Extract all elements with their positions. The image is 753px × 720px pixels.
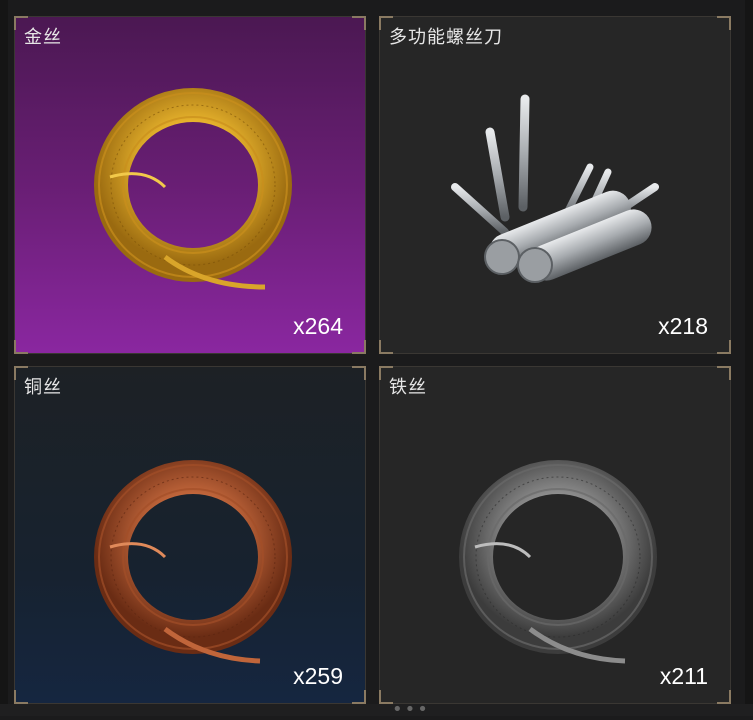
multi-tool-icon — [451, 94, 659, 283]
item-quantity: x211 — [659, 663, 708, 689]
copper-wire-coil-icon — [94, 460, 292, 664]
gold-wire-coil-icon — [94, 88, 292, 290]
item-card-multi-tool[interactable]: 多功能螺丝刀 x218 — [379, 16, 731, 354]
item-quantity: x218 — [658, 313, 708, 339]
item-name: 铜丝 — [24, 377, 62, 398]
item-name: 铁丝 — [389, 377, 427, 398]
bottom-bar: ••• — [0, 701, 753, 719]
right-edge — [745, 0, 753, 716]
iron-wire-coil-icon — [459, 460, 657, 664]
item-card-iron-wire[interactable]: 铁丝 x211 — [379, 366, 731, 704]
item-name: 金丝 — [24, 27, 62, 48]
more-dots-icon[interactable]: ••• — [392, 701, 430, 719]
item-card-copper-wire[interactable]: 铜丝 x259 — [14, 366, 366, 704]
left-edge — [0, 0, 8, 716]
item-name: 多功能螺丝刀 — [389, 27, 503, 48]
item-quantity: x264 — [293, 313, 343, 339]
item-card-gold-wire[interactable]: 金丝 x264 — [14, 16, 366, 354]
item-quantity: x259 — [293, 663, 343, 689]
